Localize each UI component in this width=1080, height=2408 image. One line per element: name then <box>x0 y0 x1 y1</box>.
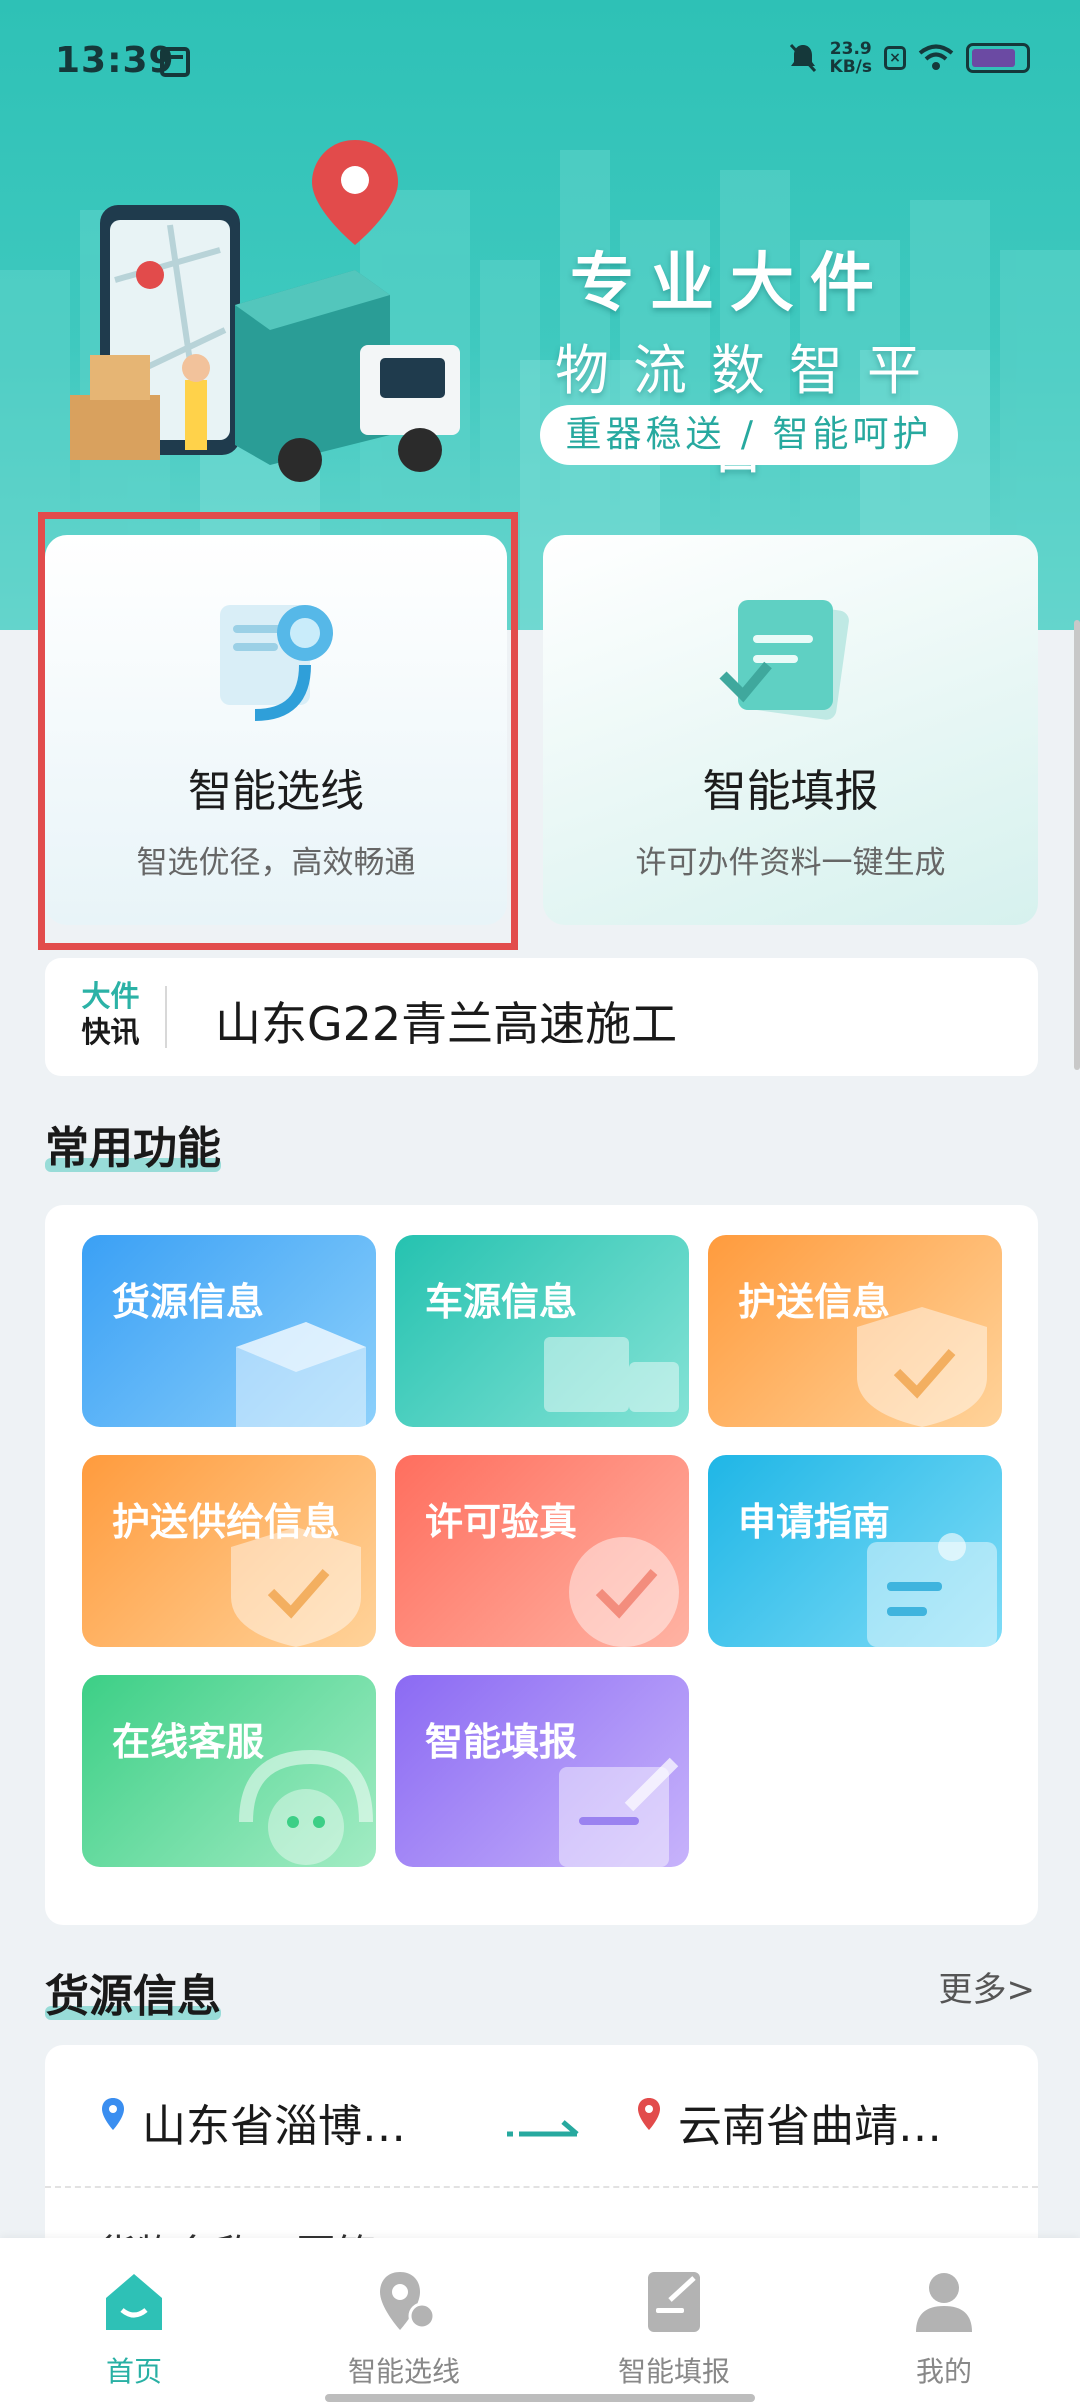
route-destination: 云南省曲靖… <box>678 2101 942 2152</box>
battery-icon <box>966 43 1030 73</box>
document-edit-icon <box>559 1757 679 1867</box>
tab-smart-fill[interactable]: 智能填报 <box>574 2238 774 2408</box>
common-functions-panel: 货源信息 车源信息 护送信息 护送供给信息 许可验真 申请指南 在线客服 智能填… <box>45 1205 1038 1925</box>
more-link[interactable]: 更多> <box>939 1962 1036 2011</box>
smart-fill-desc: 许可办件资料一键生成 <box>635 845 946 881</box>
status-time: 13:39 <box>55 40 175 81</box>
hero-title: 专业大件 <box>570 247 890 321</box>
tile-escort-info[interactable]: 护送信息 <box>708 1235 1002 1427</box>
route-arrow-icon <box>507 2120 579 2137</box>
network-speed: 23.9 KB/s <box>829 39 872 77</box>
tab-smart-route[interactable]: 智能选线 <box>304 2238 504 2408</box>
status-bar: 13:39 23.9 KB/s × <box>0 0 1080 120</box>
location-pin-blue-icon <box>102 2098 124 2130</box>
route-pin-icon <box>380 2272 436 2330</box>
divider <box>165 986 167 1048</box>
tile-vehicle-info[interactable]: 车源信息 <box>395 1235 689 1427</box>
tile-escort-supply-info[interactable]: 护送供给信息 <box>82 1455 376 1647</box>
wifi-icon <box>918 44 954 70</box>
app-notification-icon: × <box>884 46 906 70</box>
highlight-box <box>38 512 518 950</box>
id-card-icon <box>867 1533 997 1647</box>
badge-check-icon <box>569 1537 679 1647</box>
route-divider <box>45 2186 1038 2188</box>
truck-icon <box>544 1337 679 1412</box>
tab-mine[interactable]: 我的 <box>844 2238 1044 2408</box>
user-icon <box>916 2273 972 2332</box>
calendar-notification-icon <box>160 47 190 77</box>
smart-fill-title: 智能填报 <box>702 766 879 817</box>
home-indicator[interactable] <box>325 2394 755 2402</box>
tile-cargo-info[interactable]: 货源信息 <box>82 1235 376 1427</box>
bell-muted-icon <box>789 43 816 73</box>
form-edit-icon <box>648 2272 700 2332</box>
cargo-info-title: 货源信息 <box>45 1960 221 2024</box>
tile-permit-verify[interactable]: 许可验真 <box>395 1455 689 1647</box>
shield-check-icon <box>857 1307 987 1427</box>
headset-icon <box>239 1749 373 1865</box>
tile-online-service[interactable]: 在线客服 <box>82 1675 376 1867</box>
document-form-icon <box>719 600 849 720</box>
tile-application-guide[interactable]: 申请指南 <box>708 1455 1002 1647</box>
tab-home[interactable]: 首页 <box>34 2238 234 2408</box>
common-functions-title: 常用功能 <box>45 1112 221 1176</box>
shield-check-icon <box>231 1527 361 1647</box>
news-logo: 大件 快讯 <box>81 979 140 1049</box>
location-pin-red-icon <box>638 2098 660 2130</box>
news-ticker[interactable]: 大件 快讯 山东G22青兰高速施工 <box>45 958 1038 1076</box>
smart-fill-card[interactable]: 智能填报 许可办件资料一键生成 <box>543 535 1038 925</box>
phone-truck-illustration <box>70 140 460 482</box>
hero-tagline: 重器稳送 / 智能呵护 <box>540 405 958 465</box>
home-icon <box>106 2274 162 2330</box>
scrollbar[interactable] <box>1074 620 1080 1070</box>
news-headline[interactable]: 山东G22青兰高速施工 <box>215 988 677 1054</box>
box-icon <box>236 1322 366 1427</box>
route-origin: 山东省淄博… <box>142 2101 406 2152</box>
bottom-tab-bar: 首页 智能选线 智能填报 我的 <box>0 2238 1080 2408</box>
tile-smart-fill[interactable]: 智能填报 <box>395 1675 689 1867</box>
